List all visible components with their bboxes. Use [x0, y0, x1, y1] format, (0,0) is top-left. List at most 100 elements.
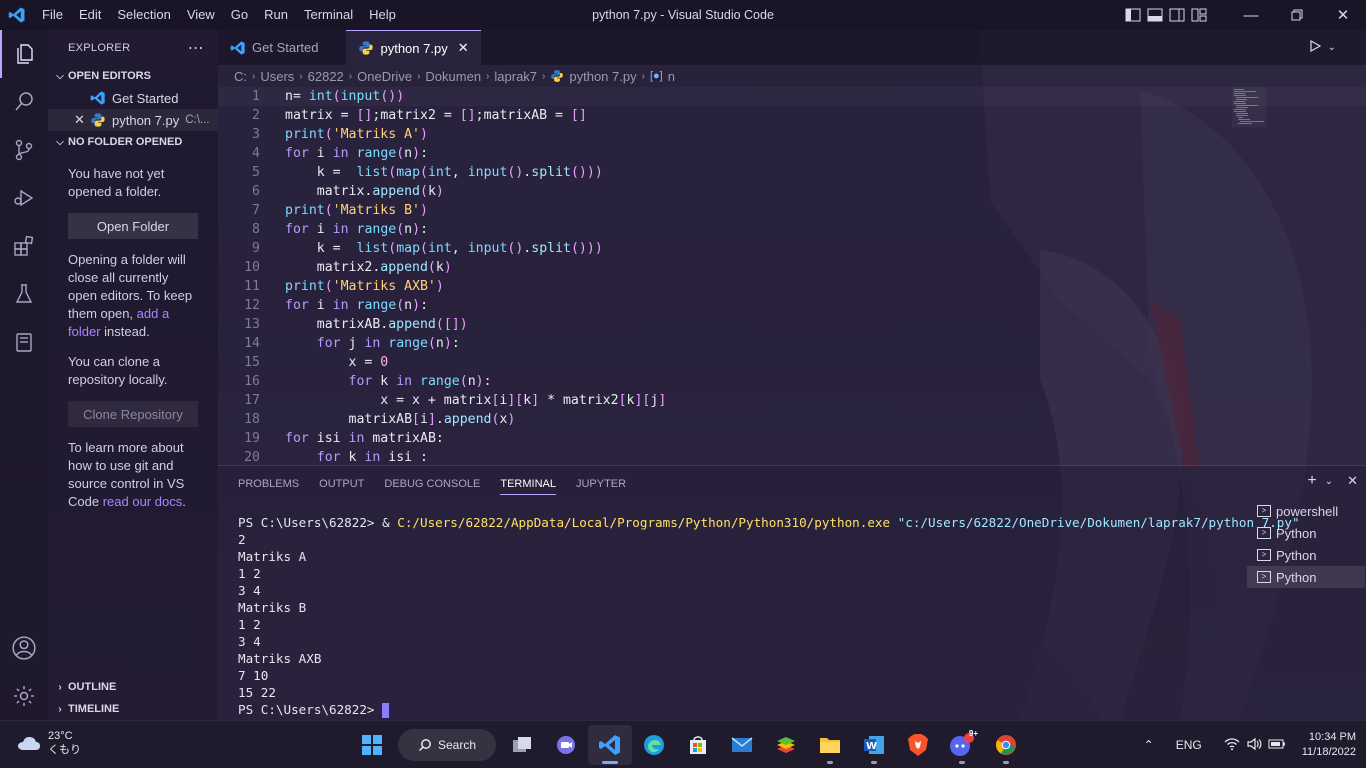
menu-terminal[interactable]: Terminal: [296, 0, 361, 30]
extensions-icon[interactable]: [0, 222, 48, 270]
code-line[interactable]: 19 for isi in matrixAB:: [218, 429, 1366, 448]
file-explorer-taskbar-button[interactable]: [808, 725, 852, 765]
restore-button[interactable]: [1274, 0, 1320, 30]
taskbar-search[interactable]: Search: [398, 729, 496, 761]
code-line[interactable]: 14 for j in range(n):: [218, 334, 1366, 353]
menu-selection[interactable]: Selection: [109, 0, 178, 30]
customize-layout-icon[interactable]: [1188, 0, 1210, 30]
store-taskbar-button[interactable]: [676, 725, 720, 765]
tab-jupyter[interactable]: JUPYTER: [576, 474, 626, 494]
tab-debug-console[interactable]: DEBUG CONSOLE: [384, 474, 480, 494]
breadcrumb-item[interactable]: Dokumen: [425, 69, 481, 84]
code-line[interactable]: 15 x = 0: [218, 353, 1366, 372]
code-line[interactable]: 1 n= int(input()): [218, 87, 1366, 106]
minimap[interactable]: [1232, 87, 1266, 127]
code-line[interactable]: 8 for i in range(n):: [218, 220, 1366, 239]
volume-icon[interactable]: [1246, 737, 1262, 754]
code-line[interactable]: 7 print('Matriks B'): [218, 201, 1366, 220]
no-folder-section[interactable]: ⌵ NO FOLDER OPENED: [48, 131, 218, 153]
tab-problems[interactable]: PROBLEMS: [238, 474, 299, 494]
chevron-down-icon[interactable]: ⌄: [1328, 42, 1336, 53]
run-debug-icon[interactable]: [0, 174, 48, 222]
vscode-taskbar-button[interactable]: [588, 725, 632, 765]
run-python-file-icon[interactable]: [1308, 39, 1322, 56]
chrome-taskbar-button[interactable]: [984, 725, 1028, 765]
explorer-icon[interactable]: [0, 30, 48, 78]
menu-file[interactable]: File: [34, 0, 71, 30]
new-terminal-icon[interactable]: +: [1307, 472, 1316, 490]
discord-taskbar-button[interactable]: 9+: [940, 725, 984, 765]
terminal-instance-python[interactable]: > Python: [1247, 522, 1365, 544]
word-taskbar-button[interactable]: W: [852, 725, 896, 765]
weather-widget[interactable]: 23°C くもり: [16, 729, 81, 757]
teams-chat-button[interactable]: [544, 725, 588, 765]
menu-view[interactable]: View: [179, 0, 223, 30]
timeline-section[interactable]: › TIMELINE: [48, 698, 218, 720]
tab-get-started[interactable]: Get Started: [218, 30, 330, 65]
chevron-down-icon[interactable]: ⌄: [1325, 476, 1333, 487]
menu-run[interactable]: Run: [256, 0, 296, 30]
taskbar-clock[interactable]: 10:34 PM 11/18/2022: [1302, 730, 1356, 760]
code-line[interactable]: 20 for k in isi :: [218, 448, 1366, 465]
breadcrumb-item[interactable]: n: [668, 69, 675, 84]
code-line[interactable]: 17 x = x + matrix[i][k] * matrix2[k][j]: [218, 391, 1366, 410]
open-editors-section[interactable]: ⌵ OPEN EDITORS: [48, 65, 218, 87]
menu-help[interactable]: Help: [361, 0, 404, 30]
breadcrumb-item[interactable]: OneDrive: [357, 69, 412, 84]
open-folder-button[interactable]: Open Folder: [68, 213, 198, 239]
battery-icon[interactable]: [1268, 738, 1286, 753]
code-line[interactable]: 11 print('Matriks AXB'): [218, 277, 1366, 296]
menu-edit[interactable]: Edit: [71, 0, 109, 30]
read-docs-link[interactable]: read our docs: [103, 494, 183, 509]
clone-repository-button[interactable]: Clone Repository: [68, 401, 198, 427]
close-editor-icon[interactable]: ✕: [74, 112, 88, 128]
task-view-button[interactable]: [500, 725, 544, 765]
code-line[interactable]: 13 matrixAB.append([]): [218, 315, 1366, 334]
code-line[interactable]: 10 matrix2.append(k): [218, 258, 1366, 277]
remote-explorer-icon[interactable]: [0, 318, 48, 366]
code-line[interactable]: 6 matrix.append(k): [218, 182, 1366, 201]
accounts-icon[interactable]: [0, 624, 48, 672]
tab-output[interactable]: OUTPUT: [319, 474, 364, 494]
code-line[interactable]: 12 for i in range(n):: [218, 296, 1366, 315]
input-language[interactable]: ENG: [1176, 738, 1202, 752]
terminal-output[interactable]: PS C:\Users\62822> & C:/Users/62822/AppD…: [238, 514, 1300, 718]
show-hidden-icons-icon[interactable]: ⌃: [1144, 738, 1154, 752]
wifi-icon[interactable]: [1224, 737, 1240, 754]
breadcrumb-item[interactable]: 62822: [308, 69, 344, 84]
toggle-primary-sidebar-icon[interactable]: [1122, 0, 1144, 30]
toggle-panel-icon[interactable]: [1144, 0, 1166, 30]
open-editor-python-7[interactable]: ✕ python 7.py C:\...: [48, 109, 218, 131]
breadcrumb-item[interactable]: python 7.py: [569, 69, 636, 84]
minimize-button[interactable]: —: [1228, 0, 1274, 30]
bluestacks-taskbar-button[interactable]: [764, 725, 808, 765]
source-control-icon[interactable]: [0, 126, 48, 174]
toggle-secondary-sidebar-icon[interactable]: [1166, 0, 1188, 30]
tab-python-7[interactable]: python 7.py ✕: [346, 30, 481, 65]
terminal-instance-python-active[interactable]: > Python: [1247, 566, 1365, 588]
tab-terminal[interactable]: TERMINAL: [500, 474, 556, 495]
code-line[interactable]: 9 k = list(map(int, input().split())): [218, 239, 1366, 258]
breadcrumb-item[interactable]: laprak7: [494, 69, 537, 84]
code-editor[interactable]: 1 n= int(input()) 2 matrix = [];matrix2 = […: [218, 87, 1366, 465]
close-window-button[interactable]: ✕: [1320, 0, 1366, 30]
mail-taskbar-button[interactable]: [720, 725, 764, 765]
code-line[interactable]: 18 matrixAB[i].append(x): [218, 410, 1366, 429]
close-panel-icon[interactable]: ✕: [1347, 473, 1358, 489]
search-icon[interactable]: [0, 78, 48, 126]
edge-taskbar-button[interactable]: [632, 725, 676, 765]
code-line[interactable]: 2 matrix = [];matrix2 = [];matrixAB = []: [218, 106, 1366, 125]
terminal-instance-powershell[interactable]: > powershell: [1247, 500, 1365, 522]
open-editor-get-started[interactable]: Get Started: [48, 87, 218, 109]
code-line[interactable]: 3 print('Matriks A'): [218, 125, 1366, 144]
code-line[interactable]: 4 for i in range(n):: [218, 144, 1366, 163]
start-button[interactable]: [350, 725, 394, 765]
breadcrumb-item[interactable]: C:: [234, 69, 247, 84]
terminal-instance-python[interactable]: > Python: [1247, 544, 1365, 566]
brave-taskbar-button[interactable]: [896, 725, 940, 765]
manage-gear-icon[interactable]: [0, 672, 48, 720]
code-line[interactable]: 16 for k in range(n):: [218, 372, 1366, 391]
close-tab-icon[interactable]: ✕: [458, 40, 469, 56]
menu-go[interactable]: Go: [223, 0, 256, 30]
outline-section[interactable]: › OUTLINE: [48, 676, 218, 698]
